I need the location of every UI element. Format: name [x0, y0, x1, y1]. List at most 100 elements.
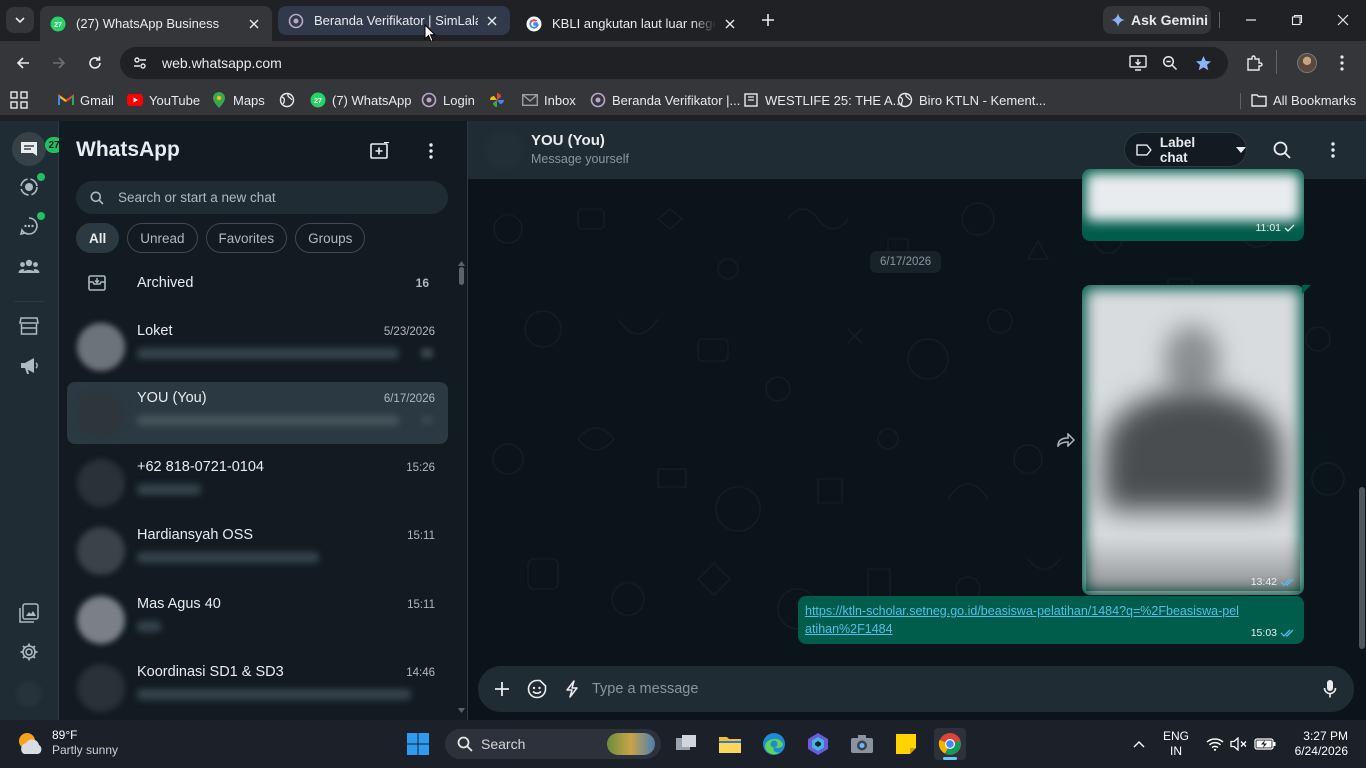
new-chat-button[interactable] — [367, 138, 393, 164]
close-icon[interactable] — [246, 16, 262, 32]
bookmark-inbox[interactable]: Inbox — [522, 91, 576, 109]
settings-nav-button[interactable] — [12, 635, 46, 669]
battery-button[interactable] — [1254, 733, 1276, 755]
file-explorer-button[interactable] — [714, 728, 746, 760]
voice-message-button[interactable] — [1318, 677, 1342, 701]
message-image-bubble[interactable]: 11:01 — [1082, 169, 1304, 241]
restore-button[interactable] — [1274, 6, 1320, 34]
chat-row[interactable]: +62 818-0721-0104 15:26 — [67, 451, 448, 513]
browser-menu-button[interactable] — [1328, 49, 1356, 77]
ask-gemini-button[interactable]: Ask Gemini — [1103, 6, 1211, 34]
chat-list-scrollbar[interactable] — [458, 261, 465, 713]
show-hidden-icons-button[interactable] — [1128, 733, 1150, 755]
search-messages-button[interactable] — [1269, 137, 1295, 163]
weather-widget[interactable]: 89°F Partly sunny — [16, 728, 118, 758]
input-language[interactable]: ENG IN — [1163, 729, 1189, 759]
copilot-button[interactable] — [802, 728, 834, 760]
task-view-button[interactable] — [670, 728, 702, 760]
taskbar-search-placeholder: Search — [481, 736, 526, 752]
filter-favorites[interactable]: Favorites — [205, 223, 288, 253]
media-nav-button[interactable] — [12, 596, 46, 630]
all-bookmarks[interactable]: All Bookmarks — [1251, 91, 1356, 109]
close-icon[interactable] — [484, 13, 500, 29]
bookmark-whatsapp[interactable]: 27 (7) WhatsApp — [310, 91, 411, 109]
address-bar[interactable]: web.whatsapp.com — [120, 47, 1228, 79]
wifi-button[interactable] — [1204, 733, 1226, 755]
tools-nav-button[interactable] — [12, 309, 46, 343]
minimize-button[interactable] — [1228, 6, 1274, 34]
lightning-icon — [566, 680, 578, 698]
profile-nav-button[interactable] — [12, 677, 46, 711]
taskbar-search[interactable]: Search — [445, 729, 661, 759]
bookmark-maps[interactable]: Maps — [211, 91, 265, 109]
reload-button[interactable] — [81, 49, 109, 77]
scrollbar-thumb[interactable] — [1359, 487, 1365, 649]
extensions-button[interactable] — [1240, 49, 1268, 77]
chat-row[interactable]: Koordinasi SD1 & SD3 14:46 — [67, 656, 448, 718]
chat-list-menu-button[interactable] — [418, 138, 444, 164]
tab-search-button[interactable] — [6, 7, 34, 33]
label-chat-button[interactable]: Label chat — [1124, 132, 1247, 167]
back-button[interactable] — [9, 49, 37, 77]
bookmark-label: Gmail — [80, 92, 114, 108]
bookmark-biro-ktln[interactable]: Biro KTLN - Kement... — [897, 91, 1046, 109]
conversation-name[interactable]: YOU (You) — [531, 132, 605, 149]
advertise-nav-button[interactable] — [12, 349, 46, 383]
avatar — [1297, 53, 1317, 73]
sticky-notes-button[interactable] — [890, 728, 922, 760]
message-image-bubble[interactable]: 13:42 — [1082, 285, 1304, 595]
chat-row[interactable]: YOU (You) 6/17/2026 — [67, 382, 448, 444]
volume-button[interactable] — [1228, 733, 1250, 755]
chats-nav-button[interactable]: 27 — [12, 132, 63, 166]
chat-row[interactable]: Hardiansyah OSS 15:11 — [67, 519, 448, 581]
zoom-icon[interactable] — [1160, 53, 1180, 73]
close-window-button[interactable] — [1320, 6, 1366, 34]
bookmark-pinwheel[interactable] — [489, 91, 511, 109]
bookmark-star-icon[interactable] — [1193, 53, 1213, 73]
chat-preview — [137, 689, 411, 700]
tab-beranda-verifikator[interactable]: Beranda Verifikator | SimLala — [278, 6, 510, 35]
photo-subject-body — [1104, 390, 1282, 510]
system-clock[interactable]: 3:27 PM 6/24/2026 — [1288, 729, 1348, 759]
tab-kbli-search[interactable]: KBLI angkutan laut luar negeri u — [516, 6, 748, 41]
new-tab-button[interactable] — [756, 8, 780, 32]
status-nav-button[interactable] — [12, 170, 46, 204]
archived-row[interactable]: Archived 16 — [67, 265, 448, 301]
site-info-icon[interactable] — [132, 55, 148, 71]
bookmark-gmail[interactable]: Gmail — [58, 91, 114, 109]
chat-row[interactable]: Loket 5/23/2026 — [67, 315, 448, 377]
avatar — [77, 596, 125, 644]
forward-button[interactable] — [45, 49, 73, 77]
install-app-icon[interactable] — [1128, 53, 1148, 73]
conversation-scrollbar[interactable] — [1358, 179, 1366, 659]
avatar[interactable] — [484, 130, 524, 170]
conversation-menu-button[interactable] — [1320, 137, 1346, 163]
filter-groups[interactable]: Groups — [295, 223, 366, 253]
quick-replies-button[interactable] — [560, 677, 584, 701]
camera-button[interactable] — [846, 728, 878, 760]
chat-row[interactable]: Mas Agus 40 15:11 — [67, 588, 448, 650]
filter-unread[interactable]: Unread — [127, 223, 198, 253]
emoji-button[interactable] — [525, 677, 549, 701]
message-link[interactable]: https://ktln-scholar.setneg.go.id/beasis… — [805, 602, 1245, 638]
attach-button[interactable] — [490, 677, 514, 701]
scrollbar-thumb[interactable] — [459, 267, 464, 285]
bookmark-beranda-verifikator[interactable]: Beranda Verifikator |... — [590, 91, 740, 109]
forward-button[interactable] — [1055, 429, 1077, 451]
edge-button[interactable] — [758, 728, 790, 760]
communities-nav-button[interactable] — [12, 249, 46, 283]
profile-button[interactable] — [1293, 49, 1321, 77]
apps-button[interactable] — [10, 91, 28, 109]
bookmark-login[interactable]: Login — [421, 91, 475, 109]
bookmark-westlife[interactable]: WESTLIFE 25: THE A... — [743, 91, 903, 109]
search-input[interactable]: Search or start a new chat — [76, 181, 448, 214]
tab-whatsapp-business[interactable]: 27 (27) WhatsApp Business — [40, 6, 272, 41]
filter-all[interactable]: All — [76, 223, 120, 253]
channels-nav-button[interactable] — [12, 209, 46, 243]
message-input[interactable]: Type a message — [592, 681, 698, 697]
bookmark-globe[interactable] — [279, 91, 301, 109]
chrome-button[interactable] — [934, 728, 966, 760]
start-button[interactable] — [402, 728, 434, 760]
close-icon[interactable] — [722, 16, 738, 32]
bookmark-youtube[interactable]: YouTube — [127, 91, 200, 109]
